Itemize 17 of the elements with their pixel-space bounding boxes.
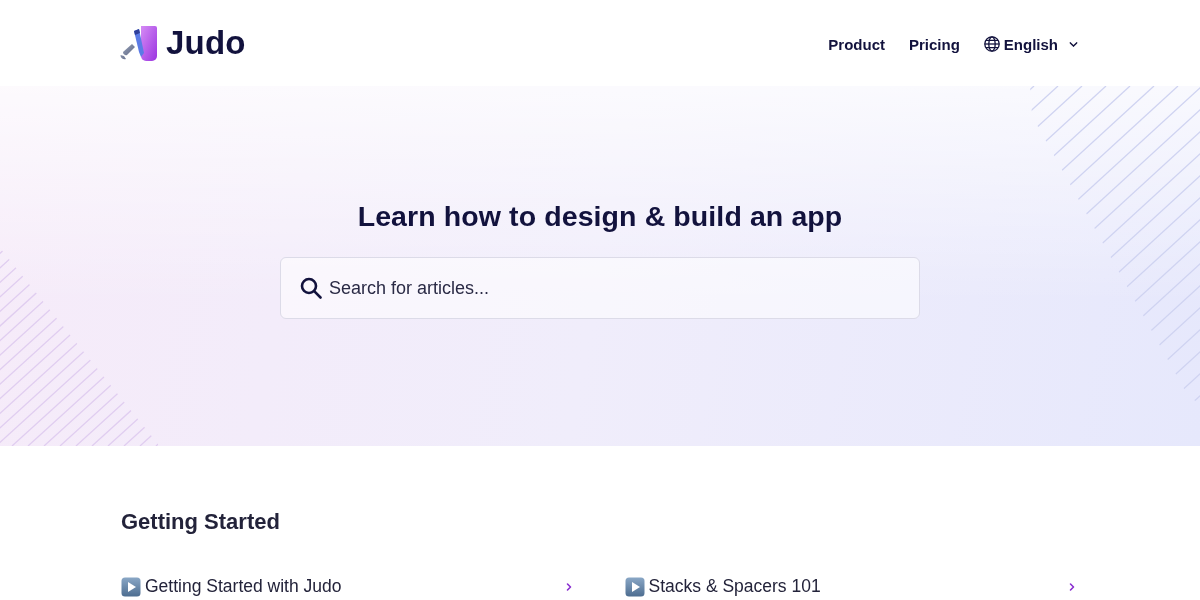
hero-title: Learn how to design & build an app <box>357 200 843 233</box>
logo[interactable]: Judo <box>120 24 246 62</box>
section-heading: Getting Started <box>121 509 281 535</box>
search-icon <box>300 277 322 299</box>
language-selector[interactable]: English <box>983 35 1078 53</box>
article-link[interactable]: Stacks & Spacers 101 <box>624 576 1080 597</box>
nav-link[interactable]: Pricing <box>908 35 960 53</box>
chevron-down-icon <box>1069 39 1078 49</box>
play-button-icon <box>624 576 645 597</box>
globe-icon <box>983 36 1000 52</box>
chevron-right-icon <box>564 581 573 592</box>
chevron-right-icon <box>1068 581 1076 592</box>
article-link[interactable]: Getting Started with Judo <box>121 576 577 597</box>
play-button-icon <box>121 576 141 597</box>
search-field[interactable]: Search for articles... <box>280 257 920 319</box>
logo-icon <box>120 24 159 62</box>
nav-link[interactable]: Product <box>828 35 885 53</box>
